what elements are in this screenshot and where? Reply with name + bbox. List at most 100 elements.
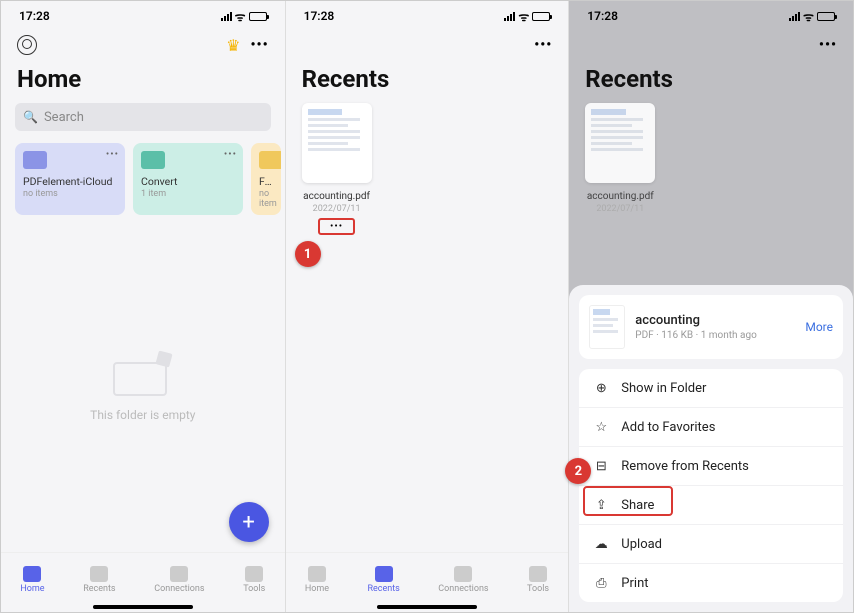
status-time: 17:28 (19, 9, 50, 23)
status-bar: 17:28 ᯤ (569, 1, 853, 25)
empty-illustration (103, 346, 183, 396)
print-icon: ⎙ (593, 575, 609, 591)
tab-tools[interactable]: Tools (243, 566, 265, 594)
folder-row: ••• PDFelement-iCloud no items ••• Conve… (1, 143, 285, 215)
page-title: Recents (286, 61, 569, 103)
sheet-more-link[interactable]: More (805, 320, 833, 334)
signal-icon (221, 12, 232, 21)
page-title: Recents (569, 61, 853, 103)
tab-connections[interactable]: Connections (154, 566, 204, 594)
folder-pdfelement-icloud[interactable]: ••• PDFelement-iCloud no items (15, 143, 125, 215)
battery-icon (532, 12, 550, 21)
more-button[interactable]: ••• (534, 37, 552, 53)
file-name: accounting.pdf (303, 191, 370, 202)
sheet-file-meta: PDF · 116 KB · 1 month ago (635, 330, 757, 341)
folder-sub: 1 item (141, 189, 235, 199)
tab-recents[interactable]: Recents (83, 566, 115, 594)
action-sheet: accounting PDF · 116 KB · 1 month ago Mo… (569, 285, 853, 612)
folder-sub: no items (23, 189, 117, 199)
tab-bar: Home Recents Connections Tools (286, 552, 569, 612)
file-card-accounting[interactable]: accounting.pdf 2022/07/11 ••• (300, 103, 374, 235)
home-indicator (93, 605, 193, 609)
tools-icon (529, 566, 547, 582)
tab-recents[interactable]: Recents (367, 566, 399, 594)
folder-more-icon[interactable]: ••• (106, 149, 119, 160)
action-print[interactable]: ⎙ Print (579, 564, 843, 602)
connections-icon (170, 566, 188, 582)
fab-add-button[interactable]: + (229, 502, 269, 542)
file-name: accounting.pdf (587, 191, 654, 202)
status-time: 17:28 (587, 9, 618, 23)
sheet-header: accounting PDF · 116 KB · 1 month ago Mo… (579, 295, 843, 359)
profile-icon[interactable] (17, 35, 37, 55)
phone-recents: 17:28 ᯤ ••• Recents (286, 1, 570, 612)
status-bar: 17:28 ᯤ (286, 1, 569, 25)
battery-icon (249, 12, 267, 21)
recents-icon (375, 566, 393, 582)
action-show-in-folder[interactable]: ⊕ Show in Folder (579, 369, 843, 408)
phone-actionsheet: 17:28 ᯤ ••• Recents (569, 1, 853, 612)
wifi-icon: ᯤ (518, 8, 529, 25)
folder-icon (259, 151, 281, 169)
connections-icon (454, 566, 472, 582)
tab-tools[interactable]: Tools (527, 566, 549, 594)
battery-icon (817, 12, 835, 21)
share-icon: ⇪ (593, 497, 609, 513)
tab-connections[interactable]: Connections (438, 566, 488, 594)
more-button[interactable]: ••• (251, 37, 269, 53)
search-placeholder: Search (44, 110, 84, 125)
status-icons: ᯤ (221, 8, 267, 25)
tab-bar: Home Recents Connections Tools (1, 552, 285, 612)
folder-name: PDFelement-iCloud (23, 175, 117, 188)
signal-icon (504, 12, 515, 21)
search-icon: 🔍 (23, 110, 38, 124)
empty-state: This folder is empty (1, 215, 285, 552)
wifi-icon: ᯤ (803, 8, 814, 25)
file-date: 2022/07/11 (313, 204, 361, 214)
status-time: 17:28 (304, 9, 335, 23)
folder-convert[interactable]: ••• Convert 1 item (133, 143, 243, 215)
page-title: Home (1, 61, 285, 103)
star-icon: ☆ (593, 419, 609, 435)
status-icons: ᯤ (789, 8, 835, 25)
folder-name: Convert (141, 175, 235, 188)
status-bar: 17:28 ᯤ (1, 1, 285, 25)
folder-favorites[interactable]: Favori no item (251, 143, 281, 215)
sheet-thumbnail (589, 305, 625, 349)
search-input[interactable]: 🔍 Search (15, 103, 271, 131)
wifi-icon: ᯤ (235, 8, 246, 25)
file-date: 2022/07/11 (596, 204, 644, 214)
signal-icon (789, 12, 800, 21)
recents-icon (90, 566, 108, 582)
tab-home[interactable]: Home (20, 566, 44, 594)
home-icon (308, 566, 326, 582)
folder-icon (141, 151, 165, 169)
tools-icon (245, 566, 263, 582)
more-button[interactable]: ••• (819, 37, 837, 53)
home-indicator (377, 605, 477, 609)
file-more-button[interactable]: ••• (318, 218, 355, 235)
crown-icon[interactable]: ♛ (226, 36, 240, 55)
action-share[interactable]: ⇪ Share (579, 486, 843, 525)
action-list: ⊕ Show in Folder ☆ Add to Favorites ⊟ Re… (579, 369, 843, 602)
tab-home[interactable]: Home (305, 566, 329, 594)
folder-more-icon[interactable]: ••• (224, 149, 237, 160)
target-icon: ⊕ (593, 380, 609, 396)
action-remove-recents[interactable]: ⊟ Remove from Recents (579, 447, 843, 486)
file-thumbnail (302, 103, 372, 183)
upload-icon: ☁ (593, 536, 609, 552)
minus-icon: ⊟ (593, 458, 609, 474)
sheet-file-name: accounting (635, 313, 757, 328)
file-thumbnail (585, 103, 655, 183)
folder-icon (23, 151, 47, 169)
file-card-accounting: accounting.pdf 2022/07/11 (583, 103, 657, 214)
folder-sub: no item (259, 189, 273, 209)
action-add-favorites[interactable]: ☆ Add to Favorites (579, 408, 843, 447)
action-upload[interactable]: ☁ Upload (579, 525, 843, 564)
empty-text: This folder is empty (90, 408, 195, 422)
callout-1: 1 (295, 241, 321, 267)
home-icon (23, 566, 41, 582)
status-icons: ᯤ (504, 8, 550, 25)
folder-name: Favori (259, 175, 273, 188)
phone-home: 17:28 ᯤ ♛ ••• Home 🔍 Search ••• PDFeleme… (1, 1, 286, 612)
